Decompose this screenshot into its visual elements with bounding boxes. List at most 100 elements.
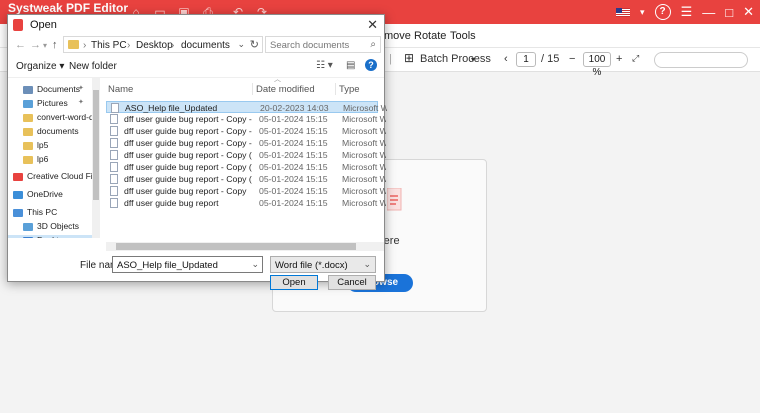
folder-icon	[23, 114, 33, 122]
help-icon[interactable]: ?	[365, 59, 377, 71]
menu-item-rotate[interactable]: Rotate	[414, 30, 446, 42]
file-row[interactable]: dff user guide bug report - Copy - Copy …	[106, 125, 386, 137]
pin-icon[interactable]: ✦	[78, 98, 84, 106]
file-row[interactable]: dff user guide bug report - Copy - Copy 0…	[106, 137, 386, 149]
view-options-icon[interactable]: ☷ ▾	[316, 60, 333, 71]
file-name-value: ASO_Help file_Updated	[117, 260, 218, 271]
column-header-type[interactable]: Type	[339, 84, 360, 95]
file-date: 05-01-2024 15:15	[259, 126, 328, 136]
organize-button[interactable]: Organize ▾	[16, 61, 64, 72]
column-header-date[interactable]: Date modified	[256, 84, 315, 95]
preview-pane-icon[interactable]: ▤	[346, 60, 355, 71]
zoom-level-input[interactable]: 100 %	[583, 52, 611, 78]
breadcrumb-documents[interactable]: documents	[181, 40, 230, 51]
file-row[interactable]: ASO_Help file_Updated 20-02-2023 14:03 Mic…	[106, 101, 387, 113]
file-type: Microsoft Word	[343, 103, 387, 113]
zoom-in-icon[interactable]: +	[616, 53, 622, 65]
sidebar-item-this-pc[interactable]: This PC	[8, 207, 92, 219]
breadcrumb-chevron-icon[interactable]: ›	[171, 40, 174, 51]
navigation-row: ← → ▾ ↑ › This PC › Desktop › documents …	[8, 35, 384, 57]
help-icon[interactable]: ?	[654, 4, 671, 20]
refresh-icon[interactable]: ↻	[250, 38, 259, 51]
file-row[interactable]: dff user guide bug report 05-01-2024 15:1…	[106, 197, 386, 209]
minimize-icon[interactable]: —	[702, 5, 715, 20]
folder-icon	[23, 156, 33, 164]
sidebar-item-creative-cloud-fil[interactable]: Creative Cloud Fil	[8, 171, 92, 183]
app-search-input[interactable]	[654, 52, 748, 68]
recent-locations-icon[interactable]: ▾	[43, 41, 47, 50]
breadcrumb-this-pc[interactable]: This PC	[91, 40, 127, 51]
word-document-icon	[110, 162, 118, 172]
breadcrumb-chevron-icon[interactable]: ›	[83, 40, 86, 51]
search-input[interactable]: Search documents ⌕	[265, 36, 381, 53]
batch-process-button[interactable]: Batch Process	[420, 53, 491, 65]
folder-icon	[13, 191, 23, 199]
back-arrow-icon[interactable]: ←	[15, 39, 26, 51]
sort-ascending-icon: ︿	[274, 76, 281, 83]
sidebar-item-lp6[interactable]: lp6	[8, 154, 92, 166]
page-number-input[interactable]: 1	[516, 52, 536, 67]
cancel-button[interactable]: Cancel	[328, 275, 376, 290]
fit-page-icon[interactable]: ⤢	[632, 53, 639, 64]
sidebar-item-documents[interactable]: documents	[8, 126, 92, 138]
address-dropdown-icon[interactable]: ⌄	[237, 39, 245, 50]
column-separator[interactable]	[335, 83, 336, 95]
sidebar-item-label: This PC	[27, 207, 58, 217]
file-type-select[interactable]: Word file (*.docx) ⌄	[270, 256, 376, 273]
word-document-icon	[111, 103, 119, 113]
sidebar-item-3d-objects[interactable]: 3D Objects	[8, 221, 92, 233]
flag-icon[interactable]	[616, 7, 631, 17]
file-date: 20-02-2023 14:03	[260, 103, 329, 113]
word-document-icon	[110, 126, 118, 136]
menu-item-tools[interactable]: Tools	[450, 30, 476, 42]
up-arrow-icon[interactable]: ↑	[52, 39, 58, 51]
new-folder-button[interactable]: New folder	[69, 61, 117, 72]
navigation-scrollbar[interactable]	[92, 78, 100, 238]
file-list: ︿ Name Date modified Type ASO_Help file_…	[102, 76, 387, 248]
sidebar-item-onedrive[interactable]: OneDrive	[8, 189, 92, 201]
file-row[interactable]: dff user guide bug report - Copy (3) 05-0…	[106, 161, 386, 173]
file-row[interactable]: dff user guide bug report - Copy (2) 05-0…	[106, 149, 386, 161]
dialog-titlebar: Open ✕	[8, 15, 384, 35]
batch-process-icon[interactable]: ⊞	[404, 51, 414, 65]
horizontal-scroll-thumb[interactable]	[116, 243, 356, 250]
sidebar-item-label: Pictures	[37, 98, 68, 108]
batch-process-chevron-icon[interactable]: ▾	[471, 55, 475, 64]
dialog-close-icon[interactable]: ✕	[367, 17, 378, 33]
pin-icon[interactable]: ✦	[78, 84, 84, 92]
menu-icon[interactable]: ☰	[681, 4, 693, 20]
breadcrumb-chevron-icon[interactable]: ›	[127, 40, 130, 51]
horizontal-scrollbar[interactable]	[106, 242, 384, 251]
file-name: dff user guide bug report - Copy - Copy …	[124, 126, 252, 136]
file-type-dropdown-icon: ⌄	[363, 259, 371, 269]
command-bar: Organize ▾ New folder ☷ ▾ ▤ ?	[8, 56, 384, 78]
zoom-out-icon[interactable]: −	[569, 53, 575, 65]
chevron-down-icon[interactable]: ▾	[640, 7, 645, 18]
open-button[interactable]: Open	[270, 275, 318, 290]
sidebar-item-desktop[interactable]: Desktop	[8, 235, 92, 238]
menu-item-move[interactable]: move	[384, 30, 411, 42]
close-icon[interactable]: ✕	[743, 4, 754, 20]
file-name: dff user guide bug report - Copy	[124, 186, 247, 196]
address-bar[interactable]: › This PC › Desktop › documents ⌄ ↻	[63, 36, 263, 53]
sidebar-item-documents[interactable]: Documents ✦	[8, 84, 92, 96]
column-separator[interactable]	[252, 83, 253, 95]
file-row[interactable]: dff user guide bug report - Copy 05-01-20…	[106, 185, 386, 197]
forward-arrow-icon[interactable]: →	[30, 39, 41, 51]
prev-page-icon[interactable]: ‹	[504, 53, 508, 65]
file-row[interactable]: dff user guide bug report - Copy (4) 05-0…	[106, 173, 386, 185]
file-name-dropdown-icon[interactable]: ⌄	[251, 259, 259, 270]
file-type: Microsoft Word	[342, 126, 386, 136]
column-header-name[interactable]: Name	[108, 84, 133, 95]
navigation-scroll-thumb[interactable]	[93, 90, 99, 200]
file-date: 05-01-2024 15:15	[259, 138, 328, 148]
sidebar-item-convert-word-d[interactable]: convert-word-d	[8, 112, 92, 124]
file-name-input[interactable]: ASO_Help file_Updated ⌄	[112, 256, 263, 273]
word-document-icon	[110, 186, 118, 196]
file-row[interactable]: dff user guide bug report - Copy - Copy …	[106, 113, 386, 125]
maximize-icon[interactable]: □	[725, 5, 733, 20]
breadcrumb-desktop[interactable]: Desktop	[136, 40, 173, 51]
folder-icon	[23, 142, 33, 150]
sidebar-item-lp5[interactable]: lp5	[8, 140, 92, 152]
sidebar-item-pictures[interactable]: Pictures ✦	[8, 98, 92, 110]
